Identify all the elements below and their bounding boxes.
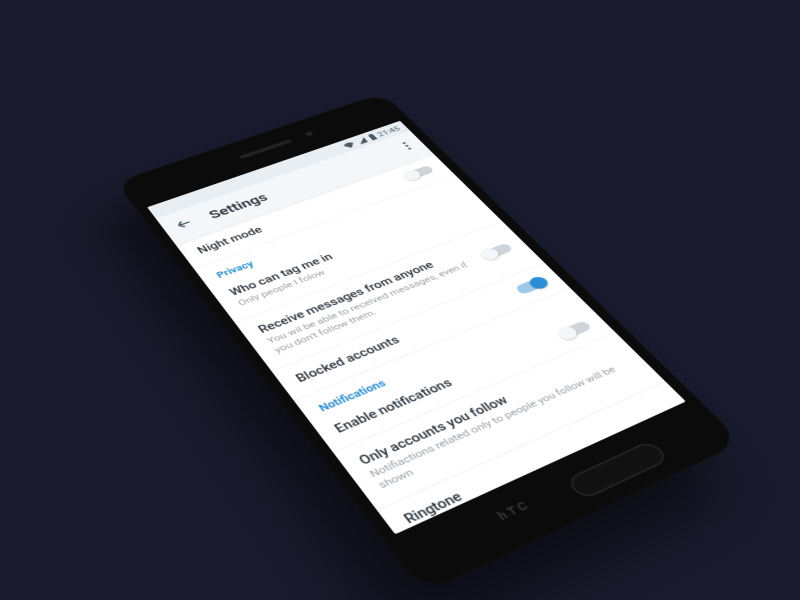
phone-brand: hTC	[495, 498, 533, 522]
blocked-accounts-toggle[interactable]	[514, 276, 548, 294]
signal-icon	[354, 137, 368, 145]
screen: 21:45 Settings Night mode Privacy	[147, 121, 686, 534]
sensor-dot	[305, 131, 315, 137]
back-icon[interactable]	[171, 215, 200, 234]
enable-notifications-toggle[interactable]	[557, 320, 592, 340]
battery-icon	[366, 133, 377, 141]
phone-frame: 21:45 Settings Night mode Privacy	[115, 93, 742, 594]
wifi-icon	[341, 141, 356, 150]
night-mode-toggle[interactable]	[403, 165, 434, 181]
earpiece	[239, 139, 292, 159]
receive-messages-toggle[interactable]	[481, 243, 514, 261]
